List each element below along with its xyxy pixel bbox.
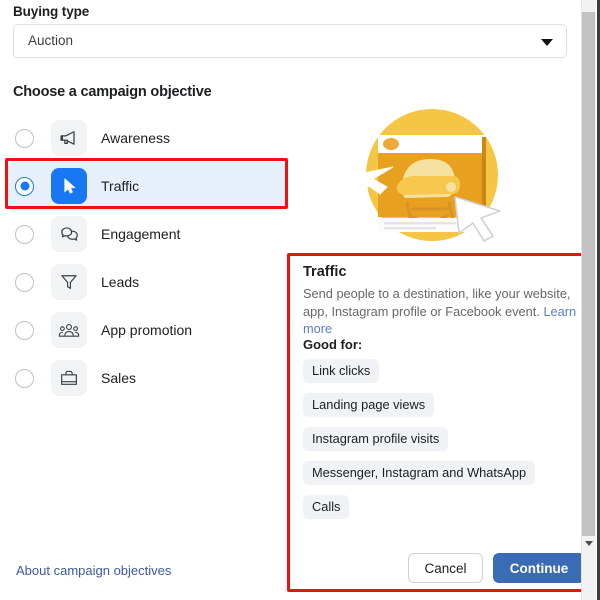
objective-row-sales[interactable]: Sales — [8, 354, 286, 402]
radio-app-promotion[interactable] — [15, 320, 34, 340]
good-for-tag: Landing page views — [303, 393, 435, 417]
objective-row-awareness[interactable]: Awareness — [8, 114, 286, 162]
buying-type-label: Buying type — [13, 4, 90, 19]
radio-traffic[interactable] — [15, 176, 34, 196]
objective-label: Traffic — [101, 178, 140, 194]
cursor-arrow-icon — [51, 168, 87, 204]
cancel-button[interactable]: Cancel — [408, 553, 483, 583]
good-for-tag-list: Link clicks Landing page views Instagram… — [303, 359, 583, 529]
objective-row-traffic[interactable]: Traffic — [8, 162, 286, 210]
objective-detail-panel: Traffic Send people to a destination, li… — [290, 256, 593, 589]
vertical-scrollbar-thumb[interactable] — [582, 12, 595, 536]
radio-leads[interactable] — [15, 272, 34, 292]
radio-engagement[interactable] — [15, 224, 34, 244]
page-title: Choose a campaign objective — [13, 84, 212, 100]
radio-awareness[interactable] — [15, 128, 34, 148]
objective-list: Awareness Traffic Engagement Leads App p… — [8, 114, 286, 402]
detail-title: Traffic — [303, 264, 347, 280]
objective-label: Leads — [101, 274, 140, 290]
campaign-objective-screen: Buying type Auction Choose a campaign ob… — [0, 0, 600, 600]
good-for-tag: Link clicks — [303, 359, 380, 383]
good-for-label: Good for: — [303, 337, 363, 352]
buying-type-value: Auction — [28, 33, 74, 48]
detail-description: Send people to a destination, like your … — [303, 285, 580, 338]
good-for-tag: Messenger, Instagram and WhatsApp — [303, 461, 536, 485]
objective-label: Awareness — [101, 130, 171, 146]
objective-row-engagement[interactable]: Engagement — [8, 210, 286, 258]
buying-type-select[interactable]: Auction — [13, 24, 567, 58]
radio-sales[interactable] — [15, 368, 34, 388]
funnel-icon — [51, 264, 87, 300]
good-for-tag: Instagram profile visits — [303, 427, 449, 451]
chevron-down-icon — [541, 39, 553, 46]
about-campaign-objectives-link[interactable]: About campaign objectives — [16, 563, 171, 578]
objective-label: App promotion — [101, 322, 193, 338]
detail-description-text: Send people to a destination, like your … — [303, 286, 571, 319]
chat-bubbles-icon — [51, 216, 87, 252]
objective-label: Engagement — [101, 226, 181, 242]
megaphone-icon — [51, 120, 87, 156]
good-for-tag: Calls — [303, 495, 350, 519]
continue-button[interactable]: Continue — [493, 553, 585, 583]
traffic-objective-illustration — [345, 105, 520, 255]
people-group-icon — [51, 312, 87, 348]
objective-row-leads[interactable]: Leads — [8, 258, 286, 306]
shopping-bag-icon — [51, 360, 87, 396]
objective-label: Sales — [101, 370, 137, 386]
objective-row-app-promotion[interactable]: App promotion — [8, 306, 286, 354]
scroll-down-arrow-icon[interactable] — [585, 541, 593, 546]
